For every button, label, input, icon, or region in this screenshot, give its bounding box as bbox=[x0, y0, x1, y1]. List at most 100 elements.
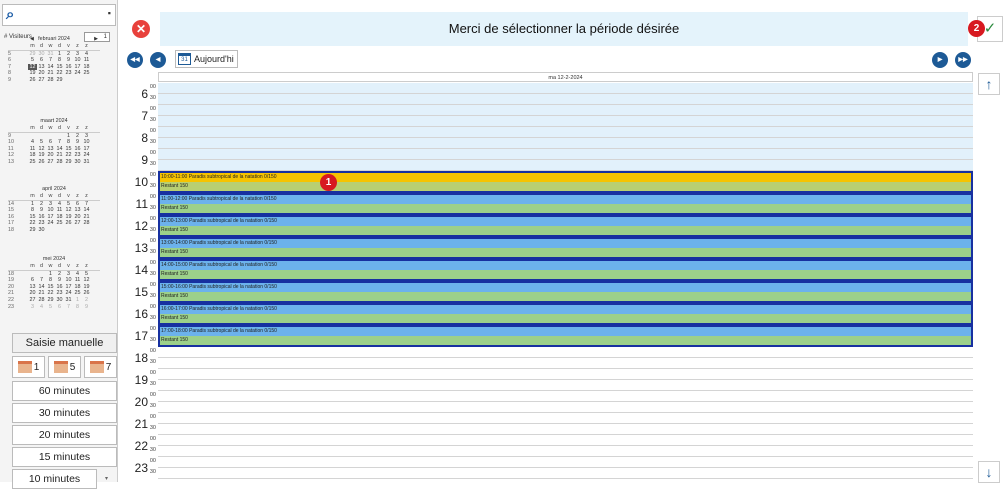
time-slot[interactable] bbox=[158, 358, 973, 369]
calendar-day[interactable]: 22 bbox=[55, 70, 64, 77]
calendar-day[interactable]: 22 bbox=[28, 220, 37, 227]
calendar-day[interactable] bbox=[82, 77, 91, 84]
time-slot[interactable] bbox=[158, 391, 973, 402]
event-block[interactable]: 14:00-15:00 Paradis subtropical de la na… bbox=[158, 259, 973, 281]
calendar-day[interactable]: 5 bbox=[64, 201, 73, 208]
calendar-day[interactable]: 3 bbox=[28, 304, 37, 311]
calendar-day[interactable]: 10 bbox=[64, 277, 73, 284]
calendar-day[interactable]: 9 bbox=[73, 139, 82, 146]
calendar-day[interactable]: 17 bbox=[73, 64, 82, 71]
calendar-day[interactable]: 27 bbox=[28, 297, 37, 304]
calendar-day[interactable]: 23 bbox=[64, 70, 73, 77]
calendar-day[interactable]: 29 bbox=[28, 51, 37, 58]
calendar-day[interactable]: 3 bbox=[46, 201, 55, 208]
calendar-day[interactable]: 6 bbox=[46, 139, 55, 146]
calendar-day[interactable]: 1 bbox=[64, 133, 73, 140]
calendar-day[interactable]: 15 bbox=[55, 64, 64, 71]
calendar-day[interactable]: 6 bbox=[37, 57, 46, 64]
time-slot[interactable] bbox=[158, 160, 973, 171]
calendar-day[interactable]: 26 bbox=[28, 77, 37, 84]
calendar-day[interactable]: 10 bbox=[73, 57, 82, 64]
calendar-day[interactable]: 12 bbox=[64, 207, 73, 214]
duration-30-button[interactable]: 30 minutes bbox=[12, 403, 117, 423]
calendar-day[interactable]: 5 bbox=[28, 57, 37, 64]
event-block[interactable]: 15:00-16:00 Paradis subtropical de la na… bbox=[158, 281, 973, 303]
calendar-day[interactable]: 27 bbox=[37, 77, 46, 84]
calendar-day[interactable]: 10 bbox=[46, 207, 55, 214]
calendar-day[interactable]: 14 bbox=[55, 146, 64, 153]
calendar-day[interactable]: 8 bbox=[55, 57, 64, 64]
calendar-day[interactable]: 26 bbox=[37, 159, 46, 166]
prev-month-icon[interactable]: ◀ bbox=[30, 35, 34, 43]
time-slot[interactable] bbox=[158, 424, 973, 435]
calendar-day[interactable]: 7 bbox=[82, 201, 91, 208]
calendar-day[interactable]: 25 bbox=[55, 220, 64, 227]
calendar-day[interactable]: 27 bbox=[73, 220, 82, 227]
calendar-day[interactable]: 11 bbox=[73, 277, 82, 284]
calendar-day[interactable] bbox=[37, 133, 46, 140]
event-block[interactable]: 10:00-11:00 Paradis subtropical de la na… bbox=[158, 171, 973, 193]
calendar-day[interactable]: 9 bbox=[37, 207, 46, 214]
time-slot[interactable] bbox=[158, 457, 973, 468]
calendar-day[interactable]: 13 bbox=[73, 207, 82, 214]
event-block[interactable]: 17:00-18:00 Paradis subtropical de la na… bbox=[158, 325, 973, 347]
duration-20-button[interactable]: 20 minutes bbox=[12, 425, 117, 445]
time-slot[interactable] bbox=[158, 413, 973, 424]
calendar-day[interactable]: 29 bbox=[28, 227, 37, 234]
view-5-day-button[interactable]: 5 bbox=[48, 356, 81, 378]
calendar-day[interactable]: 28 bbox=[46, 77, 55, 84]
event-block[interactable]: 13:00-14:00 Paradis subtropical de la na… bbox=[158, 237, 973, 259]
calendar-day[interactable]: 24 bbox=[73, 70, 82, 77]
calendar-day[interactable]: 7 bbox=[46, 57, 55, 64]
calendar-day[interactable]: 30 bbox=[37, 51, 46, 58]
calendar-day[interactable] bbox=[28, 271, 37, 278]
pin-icon[interactable]: ▪ bbox=[108, 8, 111, 18]
calendar-day[interactable]: 23 bbox=[55, 290, 64, 297]
calendar-day[interactable]: 19 bbox=[64, 214, 73, 221]
event-block[interactable]: 16:00-17:00 Paradis subtropical de la na… bbox=[158, 303, 973, 325]
calendar-day[interactable]: 29 bbox=[46, 297, 55, 304]
scroll-up-button[interactable]: ↑ bbox=[978, 73, 1000, 95]
calendar-day[interactable]: 24 bbox=[46, 220, 55, 227]
next-month-icon[interactable]: ▶ bbox=[94, 35, 98, 43]
search-icon[interactable]: ⌕ bbox=[6, 6, 14, 23]
calendar-day[interactable]: 18 bbox=[55, 214, 64, 221]
calendar-day[interactable]: 1 bbox=[73, 297, 82, 304]
chevron-down-icon[interactable]: ▾ bbox=[96, 470, 116, 488]
calendar-day[interactable]: 11 bbox=[82, 57, 91, 64]
calendar-day[interactable]: 12 bbox=[37, 146, 46, 153]
calendar-day[interactable]: 11 bbox=[55, 207, 64, 214]
calendar-day[interactable]: 2 bbox=[37, 201, 46, 208]
calendar-day[interactable]: 14 bbox=[82, 207, 91, 214]
calendar-day[interactable]: 8 bbox=[46, 277, 55, 284]
calendar-day[interactable]: 11 bbox=[28, 146, 37, 153]
calendar-day[interactable]: 17 bbox=[64, 284, 73, 291]
calendar-day[interactable]: 24 bbox=[82, 152, 91, 159]
calendar-day[interactable]: 10 bbox=[82, 139, 91, 146]
calendar-day[interactable]: 18 bbox=[28, 152, 37, 159]
scroll-down-button[interactable]: ↓ bbox=[978, 461, 1000, 483]
calendar-day[interactable]: 20 bbox=[28, 290, 37, 297]
calendar-day[interactable]: 3 bbox=[64, 271, 73, 278]
forward-button[interactable]: ▶ bbox=[932, 52, 948, 68]
calendar-day[interactable] bbox=[37, 271, 46, 278]
calendar-day[interactable] bbox=[46, 133, 55, 140]
time-slot[interactable] bbox=[158, 402, 973, 413]
calendar-day[interactable]: 20 bbox=[37, 70, 46, 77]
calendar-day[interactable]: 4 bbox=[37, 304, 46, 311]
duration-15-button[interactable]: 15 minutes bbox=[12, 447, 117, 467]
calendar-day[interactable]: 8 bbox=[64, 139, 73, 146]
calendar-day[interactable]: 9 bbox=[64, 57, 73, 64]
calendar-day[interactable]: 2 bbox=[73, 133, 82, 140]
calendar-day[interactable]: 8 bbox=[73, 304, 82, 311]
fast-forward-button[interactable]: ▶▶ bbox=[955, 52, 971, 68]
time-slot[interactable] bbox=[158, 105, 973, 116]
calendar-day[interactable]: 7 bbox=[37, 277, 46, 284]
time-slot[interactable] bbox=[158, 446, 973, 457]
calendar-day[interactable]: 26 bbox=[64, 220, 73, 227]
calendar-day[interactable]: 13 bbox=[46, 146, 55, 153]
time-slot[interactable] bbox=[158, 149, 973, 160]
calendar-day[interactable]: 4 bbox=[73, 271, 82, 278]
calendar-day[interactable]: 1 bbox=[28, 201, 37, 208]
calendar-day[interactable]: 16 bbox=[37, 214, 46, 221]
